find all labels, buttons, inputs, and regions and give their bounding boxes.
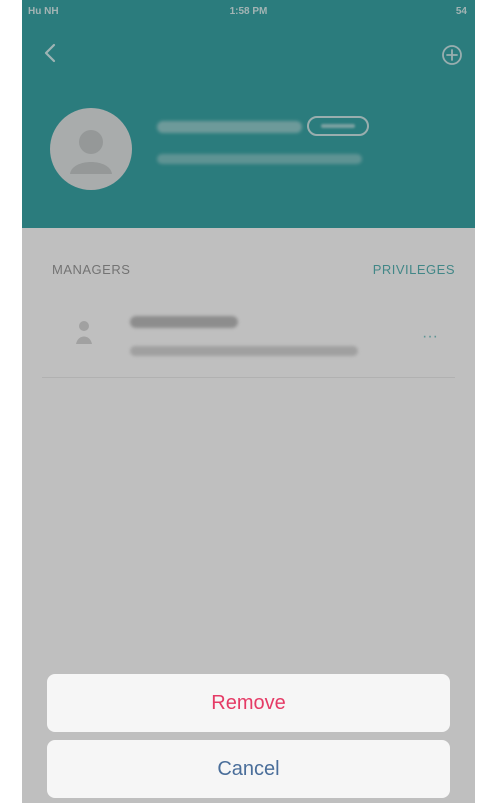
remove-button[interactable]: Remove xyxy=(47,674,450,732)
cancel-button[interactable]: Cancel xyxy=(47,740,450,798)
phone-frame: Hu NH 1:58 PM 54 MANAGERS PRIVILEGES ···… xyxy=(0,0,479,803)
screen: Hu NH 1:58 PM 54 MANAGERS PRIVILEGES ···… xyxy=(22,0,475,803)
